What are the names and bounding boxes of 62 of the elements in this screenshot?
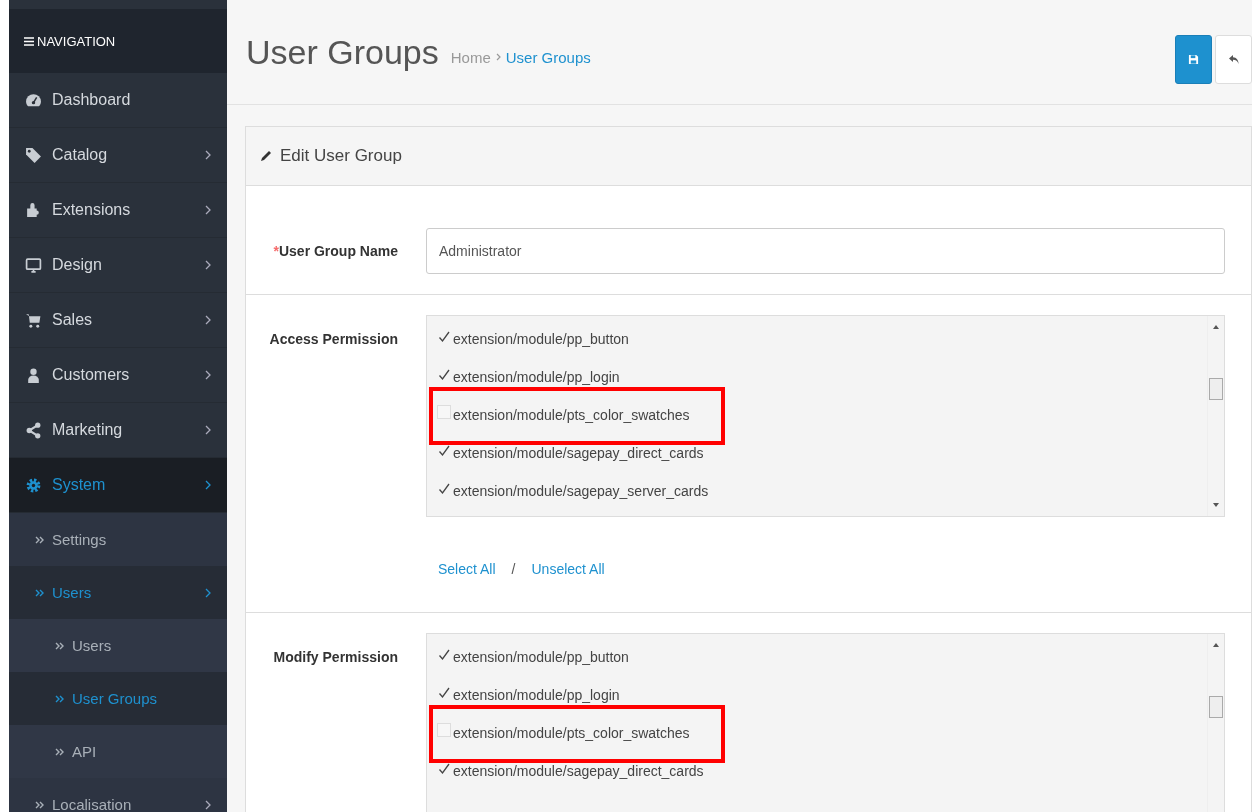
double-chevron-icon: [35, 588, 44, 597]
permission-label: extension/module/sagepay_direct_cards: [453, 445, 704, 461]
double-chevron-icon: [55, 747, 64, 756]
permission-label: extension/module/sagepay_server_cards: [453, 483, 709, 499]
checkbox[interactable]: [437, 723, 451, 737]
sidebar-subitem[interactable]: Localisation: [9, 778, 227, 812]
permission-label: extension/module/pp_login: [453, 369, 620, 385]
checkbox[interactable]: [437, 405, 451, 419]
monitor-icon: [25, 256, 42, 274]
scrollbar[interactable]: [1207, 316, 1224, 516]
checkbox[interactable]: [437, 647, 451, 661]
puzzle-icon: [25, 201, 42, 219]
sidebar-subitem[interactable]: Settings: [9, 513, 227, 566]
double-chevron-icon: [55, 694, 64, 703]
field-label: *User Group Name: [272, 243, 399, 259]
save-icon: [1188, 54, 1199, 65]
permission-label: extension/module/sagepay_direct_cards: [453, 763, 704, 779]
checkbox[interactable]: [437, 367, 451, 381]
select-all-link[interactable]: Select All: [438, 561, 496, 577]
scroll-up-icon[interactable]: [1213, 325, 1219, 329]
navigation-title: NAVIGATION: [37, 33, 116, 49]
checkbox[interactable]: [437, 329, 451, 343]
double-chevron-icon: [55, 641, 64, 650]
scroll-down-icon[interactable]: [1213, 503, 1219, 507]
save-button[interactable]: [1175, 35, 1212, 84]
scrollbar-thumb[interactable]: [1209, 378, 1223, 400]
breadcrumb-separator-icon: [495, 53, 501, 61]
permission-label: extension/module/pp_login: [453, 687, 620, 703]
sidebar-subitem[interactable]: User Groups: [9, 672, 227, 725]
double-chevron-icon: [35, 800, 44, 809]
double-chevron-icon: [35, 535, 44, 544]
sidebar-subitem[interactable]: API: [9, 725, 227, 778]
cart-icon: [25, 311, 42, 329]
field-label: Modify Permission: [272, 648, 399, 667]
unselect-all-link[interactable]: Unselect All: [531, 561, 605, 577]
sidebar-item[interactable]: System: [9, 458, 227, 513]
permission-label: extension/module/pp_button: [453, 649, 629, 665]
checkbox[interactable]: [437, 481, 451, 495]
gear-icon: [25, 476, 42, 494]
checkbox[interactable]: [437, 443, 451, 457]
tag-icon: [25, 146, 42, 164]
checkbox[interactable]: [437, 761, 451, 775]
checkbox[interactable]: [437, 685, 451, 699]
scroll-up-icon[interactable]: [1213, 643, 1219, 647]
permission-label: extension/module/pp_button: [453, 331, 629, 347]
group-name-input[interactable]: Administrator: [426, 228, 1225, 274]
scrollbar[interactable]: [1207, 634, 1224, 812]
field-label: Access Permission: [268, 330, 399, 349]
permission-label: extension/module/pts_color_swatches: [453, 725, 690, 741]
sidebar-subitem[interactable]: Users: [9, 619, 227, 672]
menu-icon: [24, 36, 34, 46]
share-icon: [25, 421, 42, 439]
sidebar-subitem[interactable]: Users: [9, 566, 227, 619]
dashboard-icon: [25, 91, 42, 109]
breadcrumb-link[interactable]: User Groups: [505, 48, 591, 66]
scrollbar-thumb[interactable]: [1209, 696, 1223, 718]
user-icon: [25, 366, 42, 384]
permission-label: extension/module/pts_color_swatches: [453, 407, 690, 423]
pencil-icon: [260, 150, 272, 162]
panel-title: Edit User Group: [280, 146, 402, 166]
separator-text: /: [511, 561, 516, 577]
page-title: User Groups: [246, 32, 439, 72]
